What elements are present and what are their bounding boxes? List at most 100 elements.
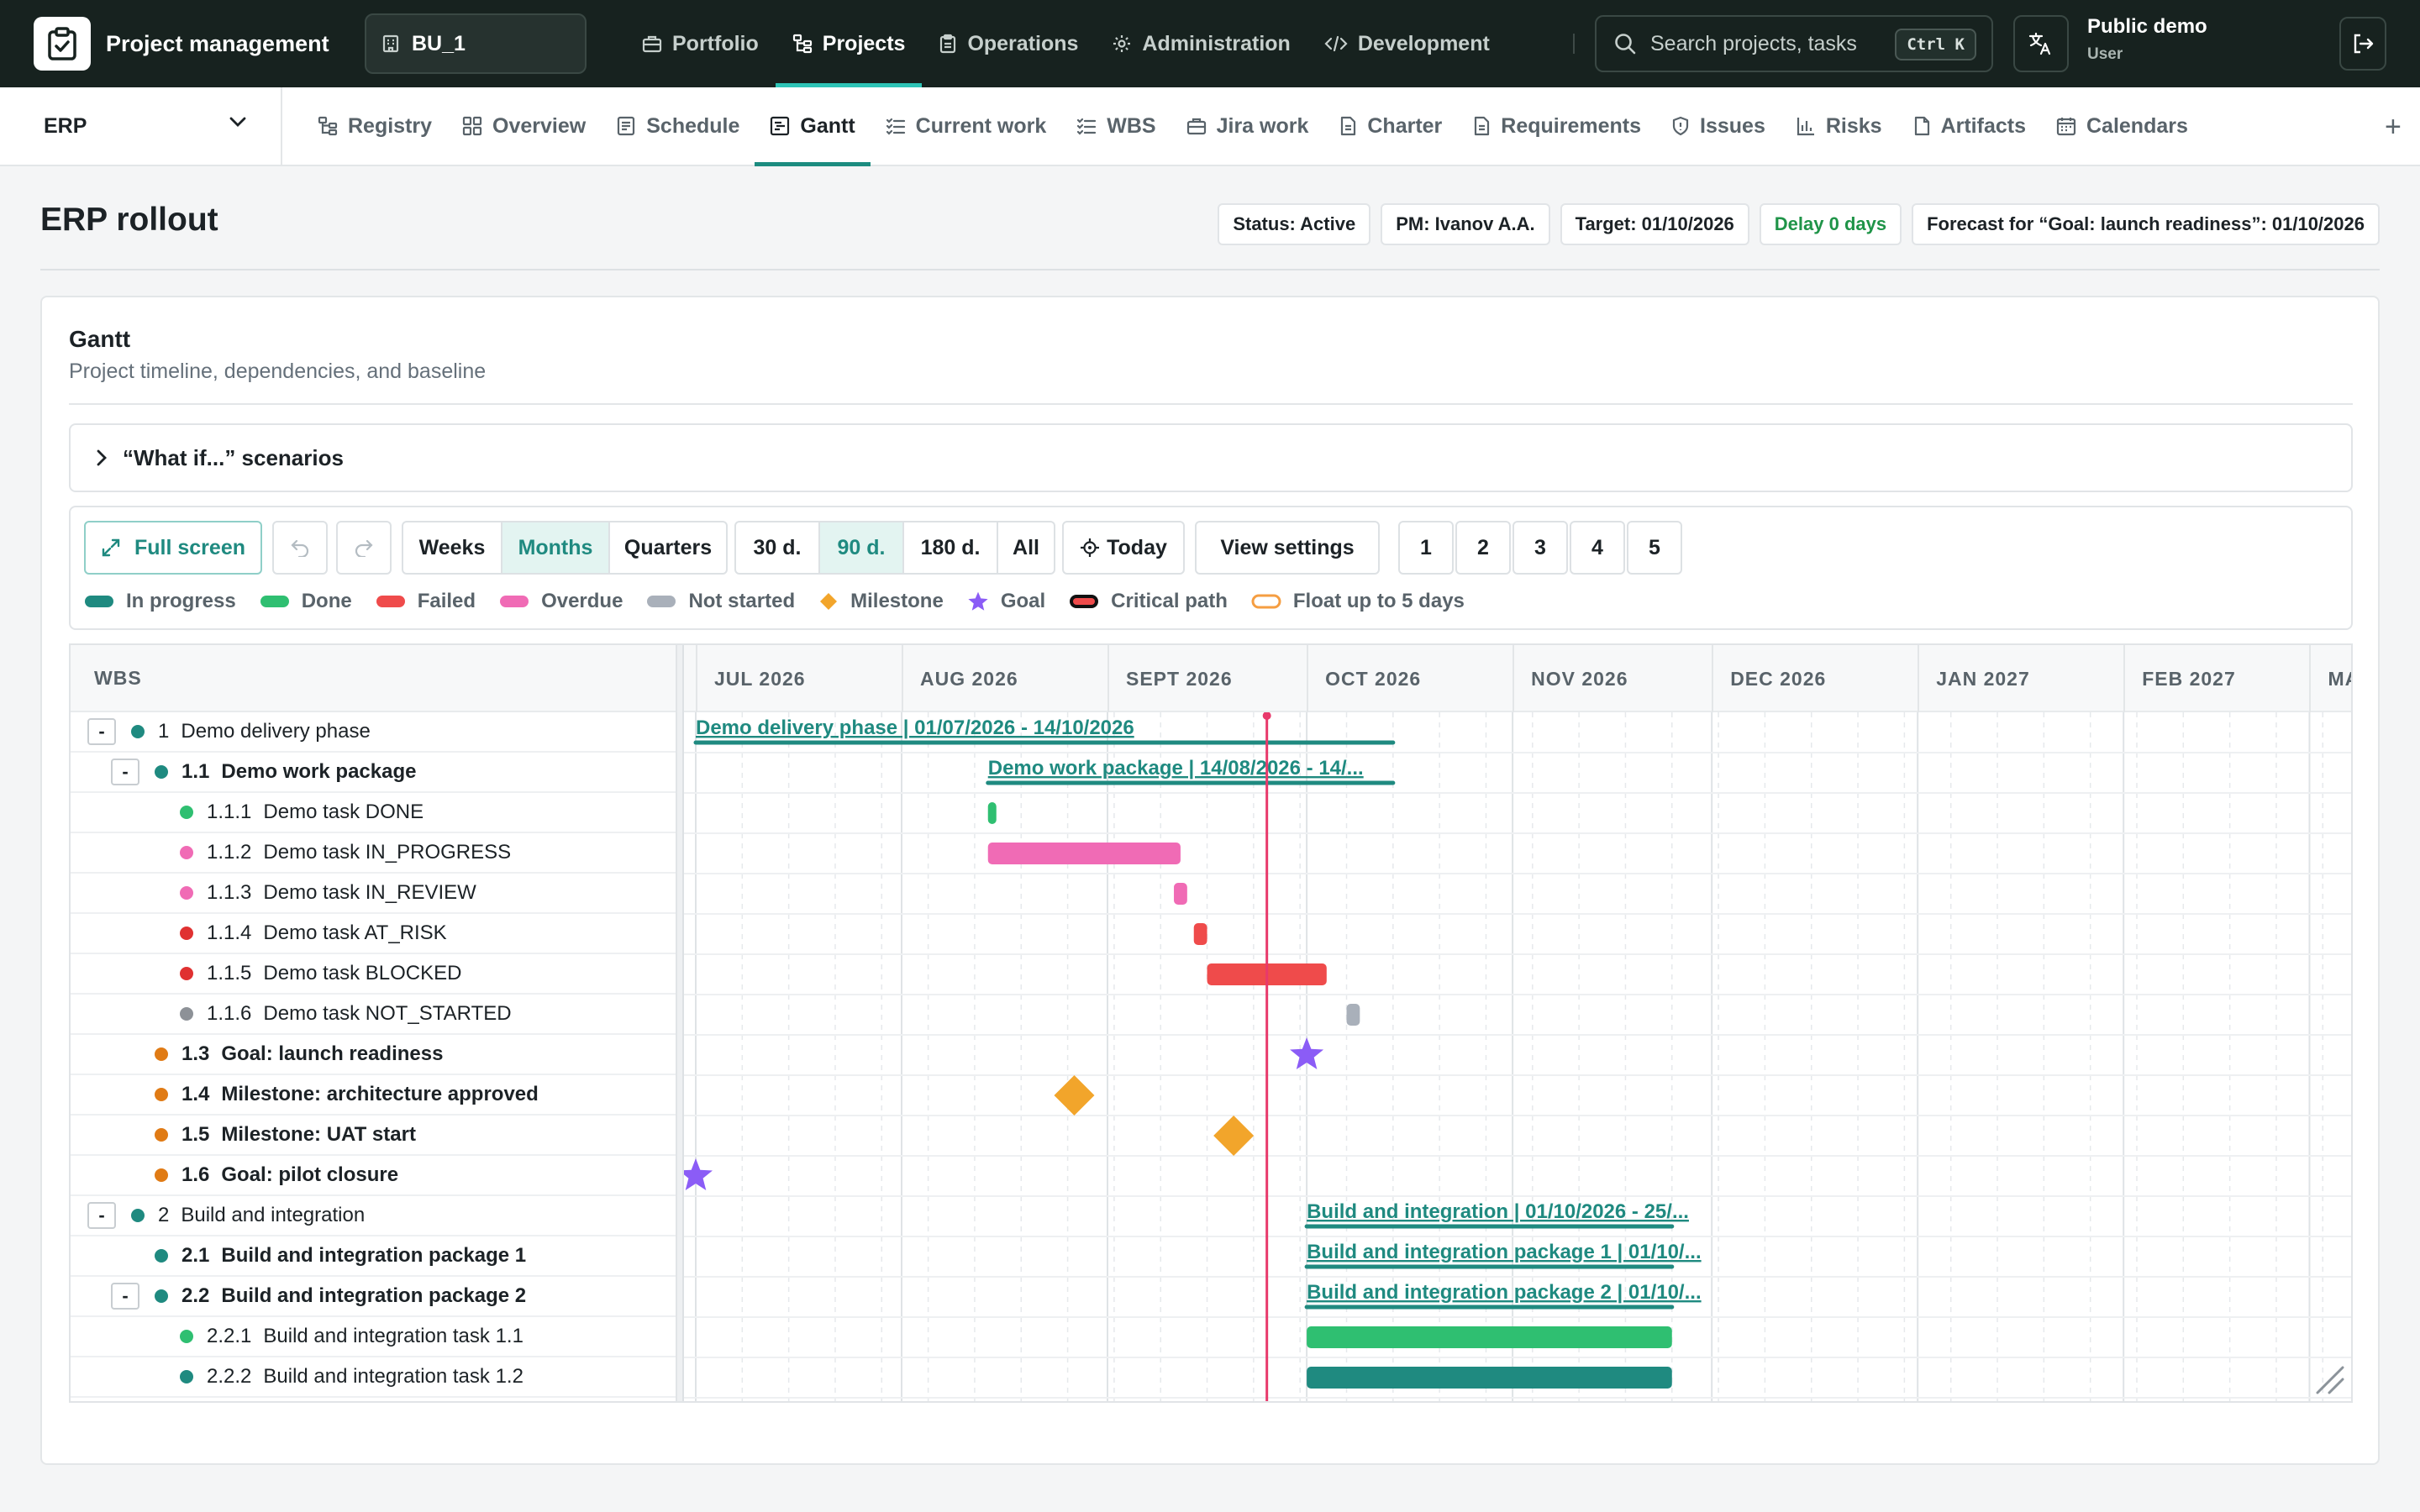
wbs-row[interactable]: 1.6 Goal: pilot closure [71, 1156, 676, 1196]
collapse-toggle[interactable]: - [111, 759, 139, 785]
project-tabs: Registry Overview Schedule Gantt Current wor… [302, 87, 2203, 166]
wbs-code: 1.6 [182, 1163, 210, 1186]
tab-registry[interactable]: Registry [302, 87, 447, 165]
today-button[interactable]: Today [1062, 521, 1185, 575]
pane-splitter[interactable] [677, 645, 684, 1401]
nav-projects[interactable]: Projects [775, 0, 923, 87]
user-menu[interactable]: Public demo User [2087, 15, 2207, 64]
search-shortcut: Ctrl K [1895, 29, 1976, 60]
view-settings-button[interactable]: View settings [1195, 521, 1380, 575]
tab-current-work[interactable]: Current work [871, 87, 1062, 165]
tab-requirements[interactable]: Requirements [1457, 87, 1656, 165]
nav-administration[interactable]: Administration [1095, 0, 1307, 87]
goal-star[interactable] [684, 1158, 713, 1190]
scale-weeks[interactable]: Weeks [403, 522, 502, 573]
level-1-button[interactable]: 1 [1398, 521, 1454, 575]
task-bar[interactable] [1307, 1367, 1672, 1389]
tab-charter[interactable]: Charter [1323, 87, 1457, 165]
tab-artifacts[interactable]: Artifacts [1897, 87, 2041, 165]
legend-label: Float up to 5 days [1292, 590, 1465, 612]
logout-button[interactable] [2339, 17, 2386, 71]
tab-label: Artifacts [1940, 113, 2026, 138]
timeline-body[interactable]: Demo delivery phase | 01/07/2026 - 14/10… [684, 712, 2353, 1403]
brand[interactable]: Project management [34, 17, 329, 71]
tab-overview[interactable]: Overview [447, 87, 601, 165]
level-3-button[interactable]: 3 [1512, 521, 1568, 575]
task-bar[interactable] [1174, 883, 1187, 905]
add-tab-button[interactable]: + [2385, 111, 2402, 144]
task-bar[interactable] [987, 802, 997, 824]
wbs-name: Demo task AT_RISK [263, 921, 447, 944]
tab-wbs[interactable]: WBS [1061, 87, 1171, 165]
tab-risks[interactable]: Risks [1781, 87, 1897, 165]
level-4-button[interactable]: 4 [1570, 521, 1625, 575]
task-bar[interactable] [987, 843, 1181, 864]
nav-operations[interactable]: Operations [922, 0, 1095, 87]
legend-item-done: Done [260, 590, 352, 613]
delay-chip: Delay 0 days [1759, 203, 1902, 245]
range-180-days[interactable]: 180 d. [904, 522, 998, 573]
wbs-row[interactable]: 2.2.2 Build and integration task 1.2 [71, 1357, 676, 1398]
legend-item-not-started: Not started [646, 590, 795, 613]
whatif-scenarios-toggle[interactable]: “What if...” scenarios [69, 423, 2353, 492]
status-dot [155, 1128, 168, 1142]
range-90-days[interactable]: 90 d. [820, 522, 904, 573]
month-header: DEC 2026 [1712, 645, 1918, 712]
tab-gantt[interactable]: Gantt [755, 87, 871, 166]
wbs-row[interactable]: 1.1.5 Demo task BLOCKED [71, 954, 676, 995]
wbs-row[interactable]: 1.3 Goal: launch readiness [71, 1035, 676, 1075]
wbs-row[interactable]: - 2 Build and integration [71, 1196, 676, 1236]
redo-button[interactable] [336, 521, 392, 575]
today-marker[interactable] [1262, 712, 1271, 720]
full-screen-button[interactable]: Full screen [84, 521, 262, 575]
wbs-row[interactable]: 1.1.2 Demo task IN_PROGRESS [71, 833, 676, 874]
legend-swatch [260, 594, 290, 609]
task-bar[interactable] [1307, 1326, 1672, 1348]
range-30-days[interactable]: 30 d. [736, 522, 820, 573]
legend-swatch [1069, 593, 1099, 610]
level-5-button[interactable]: 5 [1627, 521, 1682, 575]
nav-development[interactable]: Development [1307, 0, 1507, 87]
wbs-name: Demo task DONE [263, 801, 424, 823]
range-all[interactable]: All [998, 522, 1054, 573]
task-bar[interactable] [1193, 923, 1207, 945]
language-button[interactable] [2013, 15, 2069, 72]
tab-jira-work[interactable]: Jira work [1171, 87, 1324, 165]
collapse-toggle[interactable]: - [87, 718, 116, 745]
task-bar[interactable] [1346, 1004, 1360, 1026]
wbs-code: 1.4 [182, 1083, 210, 1105]
wbs-row[interactable]: 1.1.1 Demo task DONE [71, 793, 676, 833]
wbs-row[interactable]: 2.2.1 Build and integration task 1.1 [71, 1317, 676, 1357]
undo-button[interactable] [272, 521, 328, 575]
wbs-row[interactable]: - 1.1 Demo work package [71, 753, 676, 793]
scale-quarters[interactable]: Quarters [610, 522, 726, 573]
scale-months[interactable]: Months [502, 522, 610, 573]
summary-bar-label: Build and integration package 1 | 01/10/… [1307, 1241, 1702, 1263]
tab-issues[interactable]: Issues [1656, 87, 1781, 165]
wbs-row[interactable]: 1.1.6 Demo task NOT_STARTED [71, 995, 676, 1035]
wbs-row[interactable]: 1.4 Milestone: architecture approved [71, 1075, 676, 1116]
wbs-row[interactable]: 2.1 Build and integration package 1 [71, 1236, 676, 1277]
tab-schedule[interactable]: Schedule [601, 87, 755, 165]
wbs-code: 2.1 [182, 1244, 210, 1267]
tab-label: Current work [915, 113, 1047, 138]
milestone-diamond[interactable] [1054, 1075, 1095, 1116]
wbs-row[interactable] [71, 1398, 676, 1401]
business-unit-select[interactable]: BU_1 [365, 13, 587, 74]
collapse-toggle[interactable]: - [87, 1202, 116, 1229]
legend-item-critical-path: Critical path [1069, 590, 1228, 613]
resize-handle-icon[interactable] [2312, 1362, 2346, 1396]
search-input[interactable]: Search projects, tasks Ctrl K [1595, 15, 1993, 72]
collapse-toggle[interactable]: - [111, 1283, 139, 1310]
wbs-row[interactable]: 1.1.3 Demo task IN_REVIEW [71, 874, 676, 914]
wbs-row[interactable]: - 2.2 Build and integration package 2 [71, 1277, 676, 1317]
wbs-row[interactable]: - 1 Demo delivery phase [71, 712, 676, 753]
wbs-row[interactable]: 1.5 Milestone: UAT start [71, 1116, 676, 1156]
wbs-row[interactable]: 1.1.4 Demo task AT_RISK [71, 914, 676, 954]
search-placeholder: Search projects, tasks [1650, 31, 1857, 55]
nav-portfolio[interactable]: Portfolio [625, 0, 776, 87]
level-2-button[interactable]: 2 [1455, 521, 1511, 575]
project-select[interactable]: ERP [0, 87, 282, 165]
milestone-diamond[interactable] [1213, 1116, 1255, 1156]
tab-calendars[interactable]: Calendars [2041, 87, 2203, 165]
